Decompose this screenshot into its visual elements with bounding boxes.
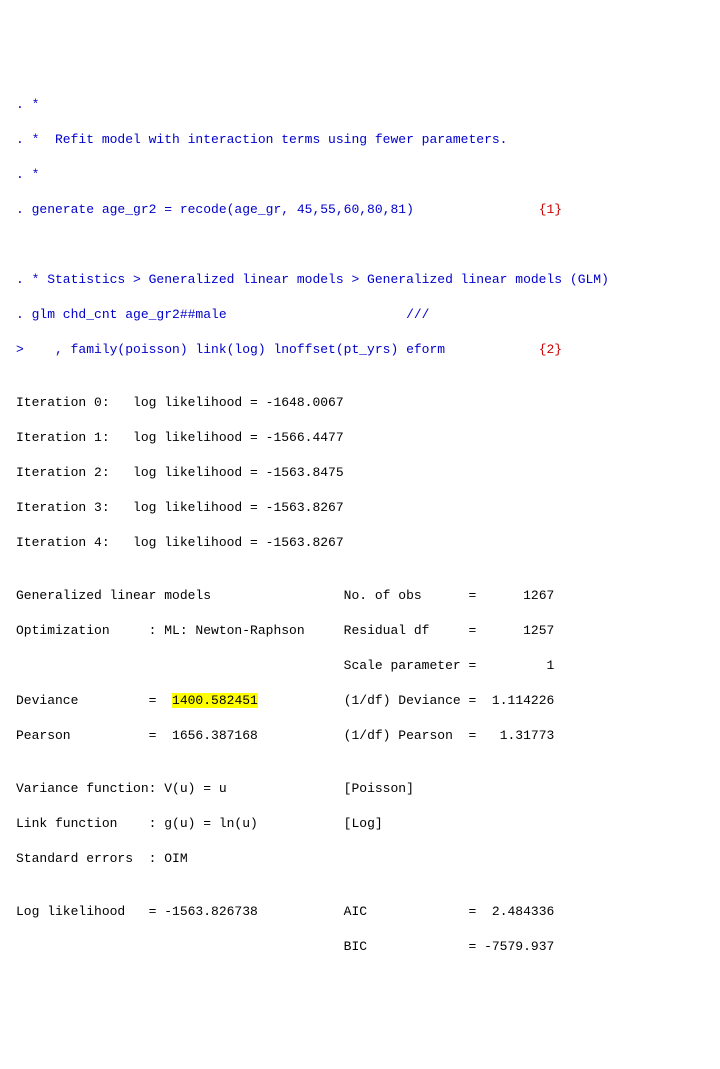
cmd-line: . * Statistics > Generalized linear mode… bbox=[16, 272, 609, 287]
iter-line: Iteration 0: log likelihood = -1648.0067 bbox=[16, 395, 344, 410]
cmd-line: . glm chd_cnt age_gr2##male /// bbox=[16, 307, 429, 322]
out-line: Log likelihood = -1563.826738 AIC = 2.48… bbox=[16, 904, 554, 919]
cmd-line: > , family(poisson) link(log) lnoffset(p… bbox=[16, 342, 562, 357]
out-line: Scale parameter = 1 bbox=[16, 658, 554, 673]
pad bbox=[227, 307, 406, 322]
out-line: Optimization : ML: Newton-Raphson Residu… bbox=[16, 623, 554, 638]
pad bbox=[258, 728, 344, 743]
iter-line: Iteration 4: log likelihood = -1563.8267 bbox=[16, 535, 344, 550]
out-line: Generalized linear models No. of obs = 1… bbox=[16, 588, 554, 603]
pad bbox=[445, 342, 539, 357]
stata-output: . * . * Refit model with interaction ter… bbox=[16, 78, 704, 973]
cmd-line: . * Refit model with interaction terms u… bbox=[16, 132, 507, 147]
cmd-line: . * bbox=[16, 97, 39, 112]
pad bbox=[227, 781, 344, 796]
out-line: Standard errors : OIM bbox=[16, 851, 188, 866]
pad bbox=[258, 904, 344, 919]
out-line: Pearson = 1656.387168 (1/df) Pearson = 1… bbox=[16, 728, 554, 743]
pad bbox=[258, 816, 344, 831]
pad bbox=[258, 693, 344, 708]
pad bbox=[211, 588, 344, 603]
out-line: Link function : g(u) = ln(u) [Log] bbox=[16, 816, 383, 831]
out-line: Deviance = 1400.582451 (1/df) Deviance =… bbox=[16, 693, 554, 708]
deviance-value: 1400.582451 bbox=[172, 693, 258, 708]
iter-line: Iteration 3: log likelihood = -1563.8267 bbox=[16, 500, 344, 515]
pad bbox=[305, 623, 344, 638]
pad bbox=[414, 202, 539, 217]
out-line: Variance function: V(u) = u [Poisson] bbox=[16, 781, 414, 796]
cmd-line: . generate age_gr2 = recode(age_gr, 45,5… bbox=[16, 202, 562, 217]
iter-line: Iteration 1: log likelihood = -1566.4477 bbox=[16, 430, 344, 445]
out-line: BIC = -7579.937 bbox=[16, 939, 554, 954]
iter-line: Iteration 2: log likelihood = -1563.8475 bbox=[16, 465, 344, 480]
cmd-line: . * bbox=[16, 167, 39, 182]
